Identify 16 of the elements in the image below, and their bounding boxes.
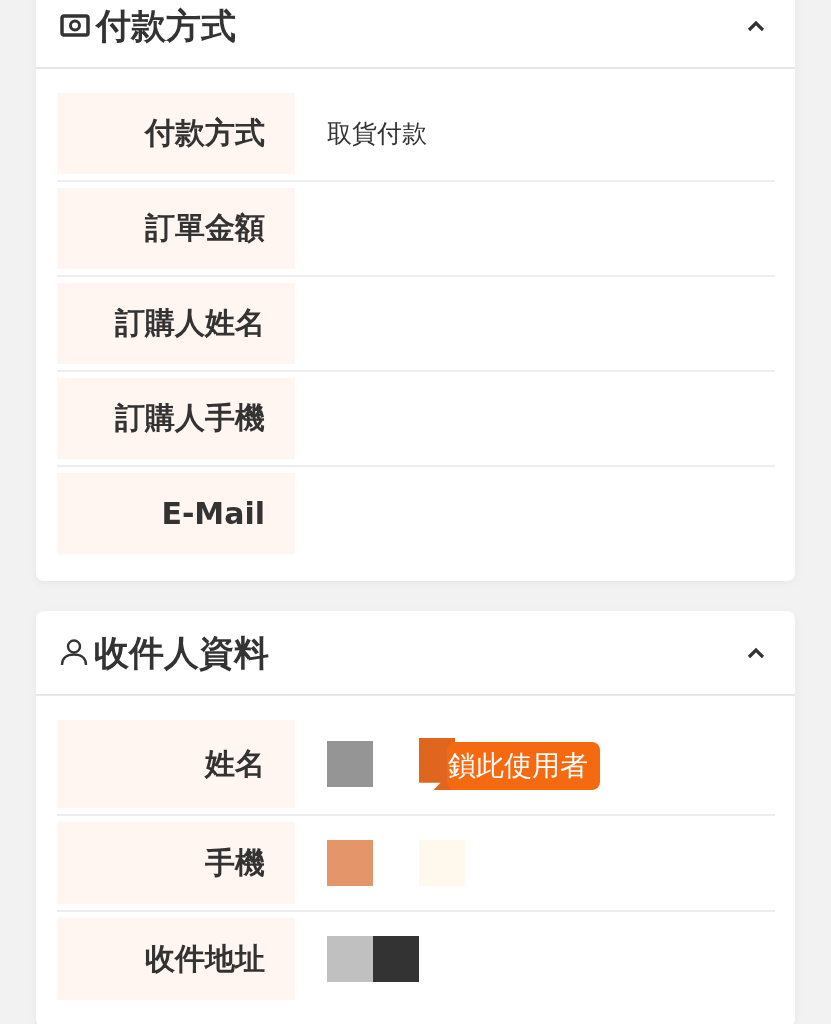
section-title: 收件人資料 — [94, 631, 269, 674]
field-label: E-Mail — [57, 473, 295, 554]
lock-user-tag[interactable]: 鎖此使用者 — [419, 738, 600, 790]
field-label: 訂單金額 — [57, 188, 295, 269]
field-label: 姓名 — [57, 720, 295, 808]
section-title: 付款方式 — [96, 4, 236, 47]
field-label: 訂購人姓名 — [57, 283, 295, 364]
chevron-up-icon — [747, 646, 765, 659]
field-label: 訂購人手機 — [57, 378, 295, 459]
field-label: 手機 — [57, 822, 295, 904]
banknote-icon — [60, 14, 90, 37]
chevron-up-icon — [747, 19, 765, 32]
field-label: 收件地址 — [57, 918, 295, 1000]
field-value: 取貨付款 — [327, 118, 427, 150]
field-label: 付款方式 — [57, 93, 295, 174]
person-icon — [60, 639, 88, 666]
